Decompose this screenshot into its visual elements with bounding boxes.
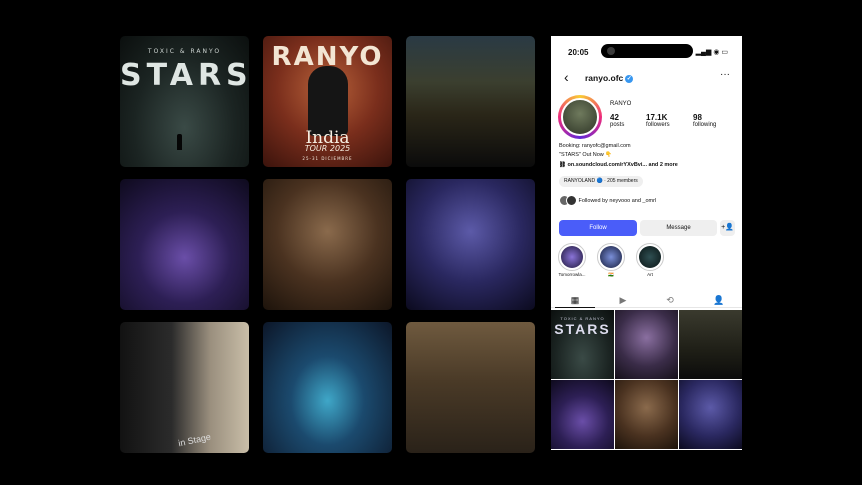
highlight-cover (558, 243, 586, 271)
post-image (406, 322, 535, 453)
highlight-cover (636, 243, 664, 271)
post-image (263, 322, 392, 453)
avatar (561, 98, 599, 136)
stat-followers[interactable]: 17.1K followers (646, 113, 670, 128)
profile-tabs: ▦ ▶ ⟲ 👤 (551, 292, 742, 308)
broadcast-channel-chip[interactable]: RANYOLAND 🔵 · 205 members (559, 176, 643, 187)
post-image (120, 36, 249, 167)
highlight-label: Art (647, 272, 653, 277)
highlight-tomorrowland[interactable]: Tomorrowla... (557, 243, 587, 277)
follow-button[interactable]: Follow (559, 220, 637, 236)
grid-post[interactable]: TOXIC & RANYO STARS (551, 310, 614, 379)
stat-value: 42 (610, 113, 619, 122)
tagged-icon[interactable]: 👤 (713, 295, 724, 305)
highlight-art[interactable]: Art (635, 243, 665, 277)
add-user-icon[interactable]: +👤 (720, 220, 735, 236)
followed-by[interactable]: Followed by neyvooo and _omrl (559, 195, 656, 206)
bio-release: "STARS" Out Now 👇 (559, 152, 613, 158)
stat-posts[interactable]: 42 posts (610, 113, 624, 128)
grid-post[interactable] (615, 310, 678, 379)
grid-post[interactable] (615, 380, 678, 449)
grid-post[interactable] (551, 380, 614, 449)
camera-icon (607, 47, 615, 55)
post-image (406, 36, 535, 167)
feed-post-dj-booth[interactable] (406, 179, 535, 310)
feed-post-stage-lights[interactable] (120, 179, 249, 310)
post-image (120, 322, 249, 453)
stat-value: 98 (693, 113, 702, 122)
artist-figure (308, 66, 348, 136)
highlight-label: Tomorrowla... (558, 272, 586, 277)
username-text: ranyo.ofc (585, 73, 624, 83)
message-button[interactable]: Message (640, 220, 717, 236)
bio-booking: Booking: ranyofc@gmail.com (559, 143, 631, 149)
dynamic-island (601, 44, 693, 58)
highlight-label: 🇮🇳 (608, 272, 614, 277)
feed-post-dancer[interactable] (263, 179, 392, 310)
post-image (406, 179, 535, 310)
profile-username: ranyo.ofc ✓ (585, 73, 634, 83)
bio-link-text: on.soundcloud.com/rYXvBvi... (567, 162, 647, 168)
stat-label: posts (610, 122, 625, 128)
more-options-icon[interactable]: ··· (720, 69, 730, 80)
stat-value: 17.1K (646, 113, 668, 122)
reels-icon[interactable]: ▶ (618, 295, 628, 305)
followed-by-text: Followed by neyvooo and _omrl (578, 197, 657, 204)
profile-post-grid: TOXIC & RANYO STARS (551, 310, 742, 450)
verified-icon: ✓ (625, 75, 634, 83)
bio-more-links: and 2 more (648, 162, 678, 168)
feed-post-crowd-dj[interactable] (406, 36, 535, 167)
grid-post[interactable] (679, 380, 742, 449)
post-title-text: STARS (554, 321, 611, 337)
stat-following[interactable]: 98 following (693, 113, 716, 128)
grid-post[interactable] (679, 310, 742, 379)
post-image (263, 179, 392, 310)
post-artist-text: TOXIC & RANYO (147, 48, 222, 55)
link-icon: ⛓ (559, 162, 568, 168)
grid-icon[interactable]: ▦ (570, 295, 580, 305)
follower-avatar (566, 195, 577, 206)
stat-label: followers (646, 122, 670, 128)
phone-profile-screen: 20:05 ▂▄▆ ◉ ▭ ‹ ranyo.ofc ✓ ··· RANYO 42 … (551, 36, 742, 450)
post-image (120, 179, 249, 310)
reposts-icon[interactable]: ⟲ (665, 295, 675, 305)
feed-post-crowd[interactable] (406, 322, 535, 453)
highlight-cover (597, 243, 625, 271)
post-title-text: STARS (120, 58, 249, 93)
status-icons: ▂▄▆ ◉ ▭ (695, 49, 728, 56)
highlight-india[interactable]: 🇮🇳 (596, 243, 626, 278)
post-dates-text: 25-31 DICIEMBRE (302, 156, 353, 161)
post-tour-text: TOUR 2025 (304, 144, 351, 153)
bio-link[interactable]: ⛓ on.soundcloud.com/rYXvBvi... and 2 mor… (559, 162, 678, 168)
feed-post-backstage[interactable]: in Stage (120, 322, 249, 453)
story-ring[interactable] (558, 95, 602, 139)
feed-post-festival-stage[interactable] (263, 322, 392, 453)
profile-name: RANYO (610, 101, 632, 107)
back-icon[interactable]: ‹ (564, 69, 569, 85)
silhouette (177, 134, 182, 150)
feed-post-stars[interactable]: TOXIC & RANYO STARS (120, 36, 249, 167)
feed-post-india-tour[interactable]: RANYO India TOUR 2025 25-31 DICIEMBRE (263, 36, 392, 167)
active-tab-indicator (555, 307, 595, 308)
stat-label: following (693, 122, 717, 128)
status-time: 20:05 (568, 48, 589, 57)
